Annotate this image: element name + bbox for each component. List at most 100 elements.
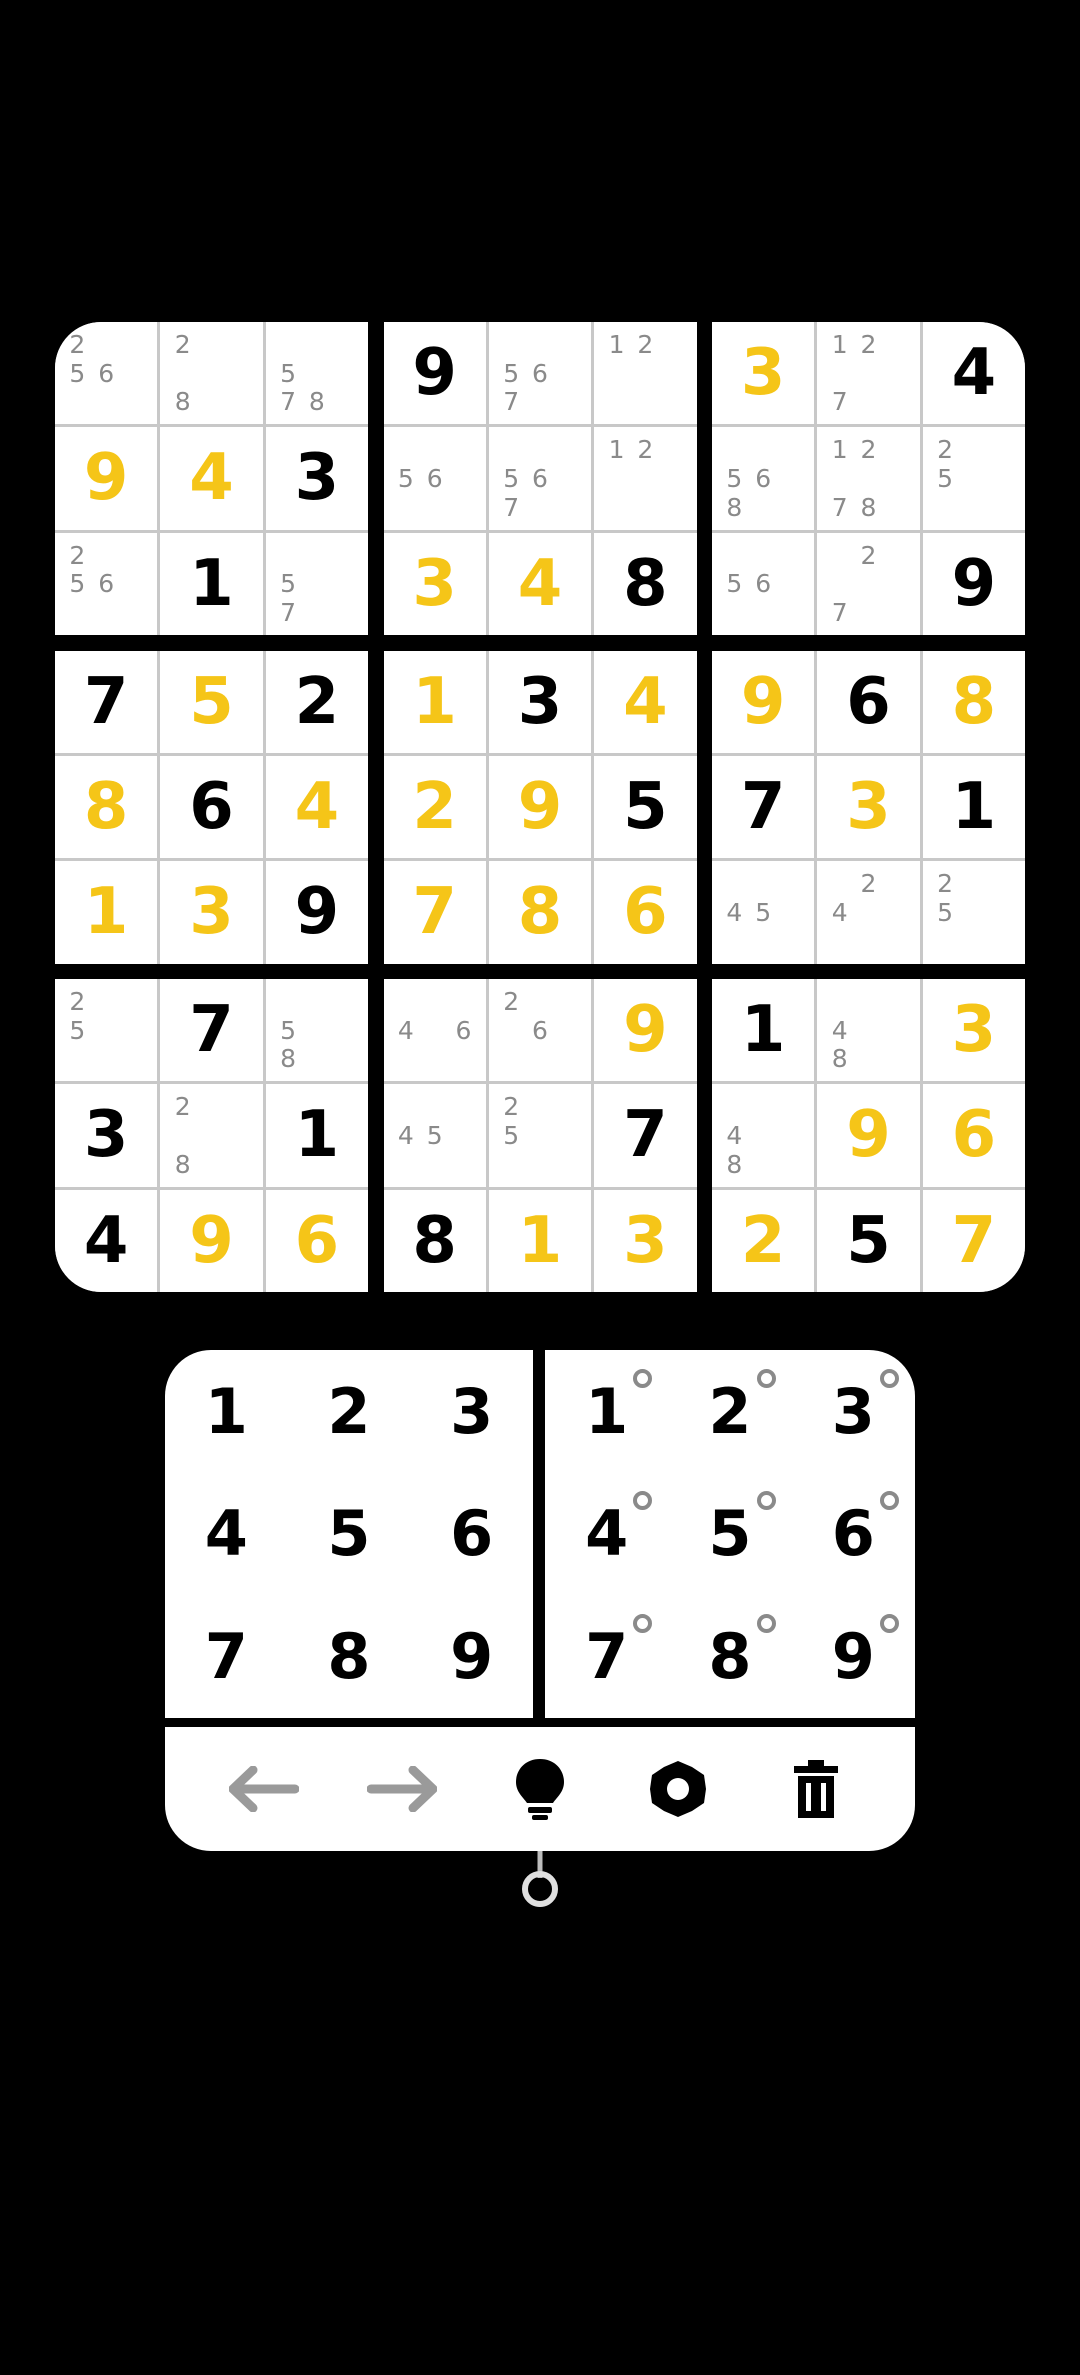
sudoku-cell[interactable]: 5	[817, 1189, 920, 1292]
delete-button[interactable]	[771, 1744, 861, 1834]
sudoku-cell[interactable]: 1	[383, 650, 486, 753]
sudoku-cell[interactable]: 12	[594, 322, 697, 425]
sudoku-cell[interactable]: 1	[55, 861, 158, 964]
sudoku-cell[interactable]: 3	[383, 532, 486, 635]
sudoku-cell[interactable]: 7	[55, 650, 158, 753]
sudoku-cell[interactable]: 1	[488, 1189, 592, 1292]
note-key-9[interactable]: 9	[792, 1595, 915, 1718]
sudoku-cell[interactable]: 9	[160, 1189, 263, 1292]
sudoku-cell[interactable]: 48	[817, 979, 920, 1082]
sudoku-cell[interactable]: 4	[594, 650, 697, 753]
sudoku-cell[interactable]: 4	[265, 755, 368, 859]
sudoku-cell[interactable]: 45	[383, 1084, 486, 1187]
sudoku-cell[interactable]: 9	[383, 322, 486, 425]
sudoku-cell[interactable]: 9	[488, 755, 592, 859]
sudoku-cell[interactable]: 7	[594, 1084, 697, 1187]
sudoku-cell[interactable]: 56	[712, 532, 815, 635]
sudoku-cell[interactable]: 48	[712, 1084, 815, 1187]
sudoku-cell[interactable]: 6	[922, 1084, 1025, 1187]
sudoku-cell[interactable]: 127	[817, 322, 920, 425]
sudoku-cell[interactable]: 2	[383, 755, 486, 859]
number-key-9[interactable]: 9	[410, 1595, 533, 1718]
sudoku-cell[interactable]: 56	[383, 427, 486, 530]
note-key-7[interactable]: 7	[545, 1595, 668, 1718]
sudoku-cell[interactable]: 28	[160, 322, 263, 425]
sudoku-cell[interactable]: 25	[922, 861, 1025, 964]
sudoku-cell[interactable]: 57	[265, 532, 368, 635]
hint-button[interactable]	[495, 1744, 585, 1834]
sudoku-cell[interactable]: 8	[383, 1189, 486, 1292]
sudoku-cell[interactable]: 3	[817, 755, 920, 859]
note-key-8[interactable]: 8	[668, 1595, 791, 1718]
sudoku-cell[interactable]: 45	[712, 861, 815, 964]
number-key-3[interactable]: 3	[410, 1350, 533, 1473]
sudoku-cell[interactable]: 26	[488, 979, 592, 1082]
sudoku-cell[interactable]: 4	[55, 1189, 158, 1292]
sudoku-cell[interactable]: 9	[817, 1084, 920, 1187]
redo-button[interactable]	[357, 1744, 447, 1834]
number-key-1[interactable]: 1	[165, 1350, 288, 1473]
sudoku-cell[interactable]: 3	[55, 1084, 158, 1187]
number-key-2[interactable]: 2	[288, 1350, 411, 1473]
sudoku-cell[interactable]: 9	[55, 427, 158, 530]
sudoku-cell[interactable]: 3	[160, 861, 263, 964]
sudoku-cell[interactable]: 4	[922, 322, 1025, 425]
sudoku-cell[interactable]: 4	[488, 532, 592, 635]
note-key-2[interactable]: 2	[668, 1350, 791, 1473]
sudoku-cell[interactable]: 567	[488, 427, 592, 530]
sudoku-cell[interactable]: 5	[160, 650, 263, 753]
sudoku-cell[interactable]: 8	[922, 650, 1025, 753]
sudoku-cell[interactable]: 9	[712, 650, 815, 753]
sudoku-cell[interactable]: 1	[712, 979, 815, 1082]
sudoku-cell[interactable]: 8	[594, 532, 697, 635]
sudoku-cell[interactable]: 46	[383, 979, 486, 1082]
number-key-8[interactable]: 8	[288, 1595, 411, 1718]
sudoku-cell[interactable]: 1	[160, 532, 263, 635]
sudoku-cell[interactable]: 4	[160, 427, 263, 530]
sudoku-cell[interactable]: 2	[712, 1189, 815, 1292]
sudoku-cell[interactable]: 2	[265, 650, 368, 753]
undo-button[interactable]	[219, 1744, 309, 1834]
sudoku-cell[interactable]: 6	[265, 1189, 368, 1292]
sudoku-cell[interactable]: 256	[55, 322, 158, 425]
sudoku-cell[interactable]: 1	[265, 1084, 368, 1187]
sudoku-cell[interactable]: 24	[817, 861, 920, 964]
sudoku-cell[interactable]: 6	[817, 650, 920, 753]
sudoku-cell[interactable]: 9	[922, 532, 1025, 635]
sudoku-cell[interactable]: 1278	[817, 427, 920, 530]
sudoku-cell[interactable]: 5	[594, 755, 697, 859]
sudoku-cell[interactable]: 3	[594, 1189, 697, 1292]
sudoku-cell[interactable]: 27	[817, 532, 920, 635]
sudoku-cell[interactable]: 12	[594, 427, 697, 530]
sudoku-cell[interactable]: 1	[922, 755, 1025, 859]
sudoku-cell[interactable]: 7	[712, 755, 815, 859]
number-key-6[interactable]: 6	[410, 1473, 533, 1596]
number-key-5[interactable]: 5	[288, 1473, 411, 1596]
note-key-5[interactable]: 5	[668, 1473, 791, 1596]
note-key-6[interactable]: 6	[792, 1473, 915, 1596]
sudoku-cell[interactable]: 578	[265, 322, 368, 425]
sudoku-cell[interactable]: 28	[160, 1084, 263, 1187]
sudoku-cell[interactable]: 58	[265, 979, 368, 1082]
settings-button[interactable]	[633, 1744, 723, 1834]
sudoku-cell[interactable]: 3	[265, 427, 368, 530]
sudoku-cell[interactable]: 7	[922, 1189, 1025, 1292]
sudoku-cell[interactable]: 25	[488, 1084, 592, 1187]
sudoku-cell[interactable]: 7	[160, 979, 263, 1082]
sudoku-cell[interactable]: 3	[488, 650, 592, 753]
number-key-4[interactable]: 4	[165, 1473, 288, 1596]
pull-handle-icon[interactable]	[519, 1851, 561, 1911]
sudoku-cell[interactable]: 9	[594, 979, 697, 1082]
sudoku-cell[interactable]: 25	[922, 427, 1025, 530]
sudoku-cell[interactable]: 7	[383, 861, 486, 964]
sudoku-cell[interactable]: 8	[55, 755, 158, 859]
sudoku-cell[interactable]: 6	[594, 861, 697, 964]
sudoku-cell[interactable]: 9	[265, 861, 368, 964]
note-key-1[interactable]: 1	[545, 1350, 668, 1473]
sudoku-cell[interactable]: 6	[160, 755, 263, 859]
sudoku-cell[interactable]: 8	[488, 861, 592, 964]
sudoku-cell[interactable]: 568	[712, 427, 815, 530]
sudoku-cell[interactable]: 25	[55, 979, 158, 1082]
sudoku-cell[interactable]: 567	[488, 322, 592, 425]
number-key-7[interactable]: 7	[165, 1595, 288, 1718]
